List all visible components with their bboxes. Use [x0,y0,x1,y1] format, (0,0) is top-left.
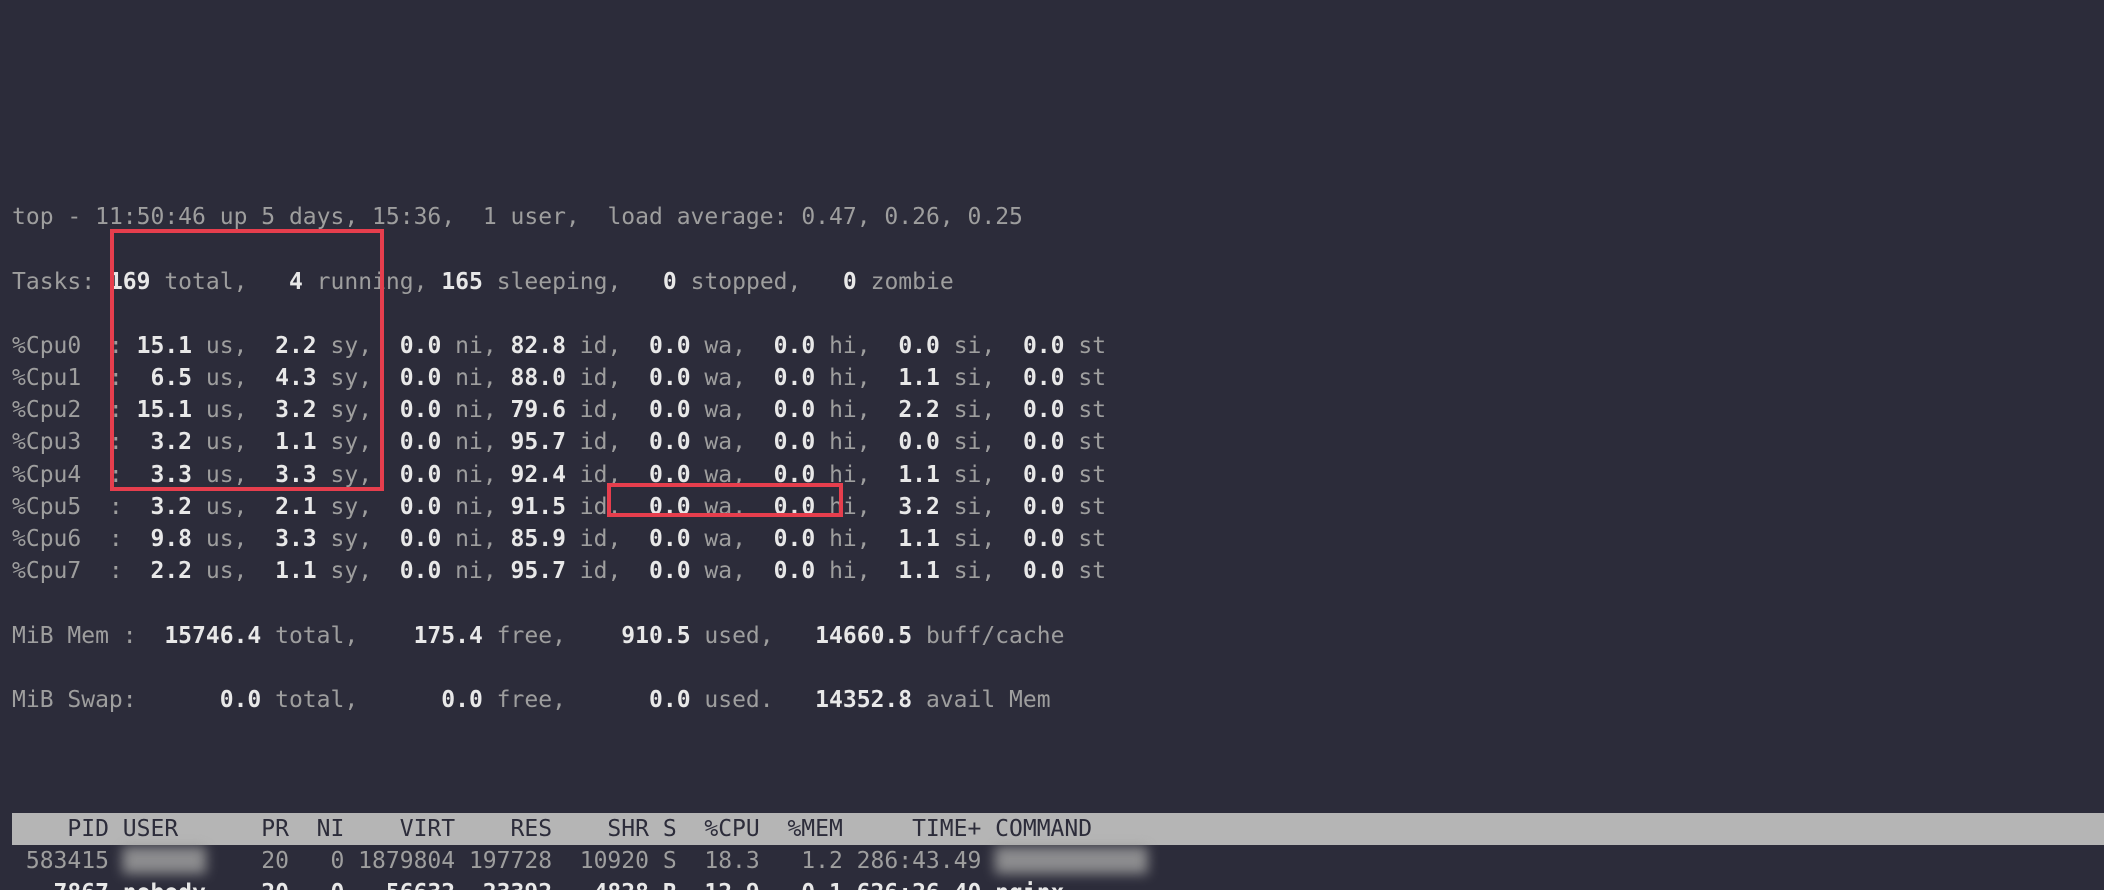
mem-line: MiB Mem : 15746.4 total, 175.4 free, 910… [12,620,2104,652]
tasks-line: Tasks: 169 total, 4 running, 165 sleepin… [12,266,2104,298]
cpu-line-5: %Cpu5 : 3.2 us, 2.1 sy, 0.0 ni, 91.5 id,… [12,491,2104,523]
cpu-line-0: %Cpu0 : 15.1 us, 2.2 sy, 0.0 ni, 82.8 id… [12,330,2104,362]
process-row-1: 7867 nobody 20 0 56632 23392 4828 R 12.9… [12,877,2104,890]
swap-line: MiB Swap: 0.0 total, 0.0 free, 0.0 used.… [12,684,2104,716]
blank-line [12,748,2104,780]
terminal-output[interactable]: top - 11:50:46 up 5 days, 15:36, 1 user,… [0,161,2104,890]
cpu-line-2: %Cpu2 : 15.1 us, 3.2 sy, 0.0 ni, 79.6 id… [12,394,2104,426]
cpu-line-1: %Cpu1 : 6.5 us, 4.3 sy, 0.0 ni, 88.0 id,… [12,362,2104,394]
cpu-line-3: %Cpu3 : 3.2 us, 1.1 sy, 0.0 ni, 95.7 id,… [12,426,2104,458]
process-row-0: 583415 ██████ 20 0 1879804 197728 10920 … [12,845,2104,877]
top-summary-line: top - 11:50:46 up 5 days, 15:36, 1 user,… [12,201,2104,233]
process-header-row: PID USER PR NI VIRT RES SHR S %CPU %MEM … [12,813,2104,845]
cpu-line-4: %Cpu4 : 3.3 us, 3.3 sy, 0.0 ni, 92.4 id,… [12,459,2104,491]
cpu-line-7: %Cpu7 : 2.2 us, 1.1 sy, 0.0 ni, 95.7 id,… [12,555,2104,587]
cpu-line-6: %Cpu6 : 9.8 us, 3.3 sy, 0.0 ni, 85.9 id,… [12,523,2104,555]
